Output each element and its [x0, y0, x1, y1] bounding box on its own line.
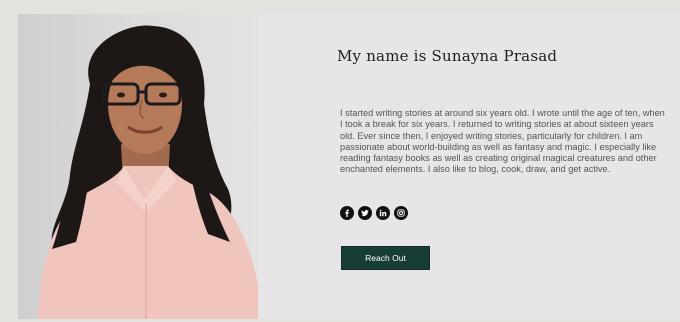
- linkedin-link[interactable]: [376, 206, 390, 220]
- social-links: [340, 206, 408, 220]
- twitter-link[interactable]: [358, 206, 372, 220]
- page-frame: My name is Sunayna Prasad I started writ…: [0, 0, 680, 322]
- linkedin-icon: [379, 209, 387, 217]
- twitter-icon: [361, 209, 369, 217]
- bio-panel: My name is Sunayna Prasad I started writ…: [258, 14, 680, 319]
- profile-photo: [18, 14, 258, 319]
- instagram-icon: [397, 209, 405, 217]
- facebook-icon: [343, 209, 351, 217]
- reach-out-button[interactable]: Reach Out: [341, 246, 430, 270]
- bio-text: I started writing stories at around six …: [340, 108, 665, 175]
- instagram-link[interactable]: [394, 206, 408, 220]
- page-title: My name is Sunayna Prasad: [337, 47, 558, 65]
- about-section: My name is Sunayna Prasad I started writ…: [18, 14, 680, 319]
- facebook-link[interactable]: [340, 206, 354, 220]
